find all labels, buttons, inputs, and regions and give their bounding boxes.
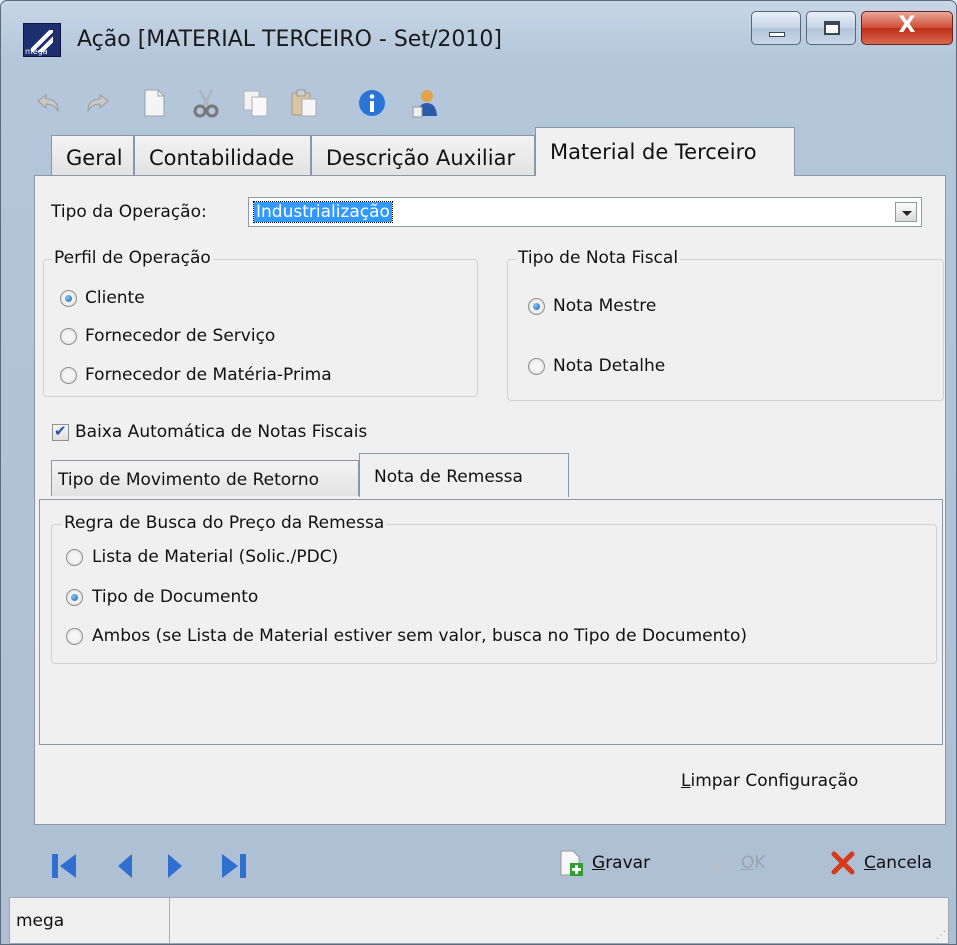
tab-label: Nota de Remessa — [374, 467, 523, 487]
button-label: ancela — [875, 853, 933, 873]
chevron-down-icon[interactable] — [895, 202, 917, 222]
tipo-operacao-select[interactable]: Industrialização — [248, 197, 922, 227]
tipo-operacao-label: Tipo da Operação: — [51, 202, 207, 222]
tab-descricao-auxiliar[interactable]: Descrição Auxiliar — [311, 135, 535, 175]
cancel-x-icon — [831, 851, 855, 875]
radio-fornecedor-servico[interactable] — [60, 328, 77, 345]
tab-label: Contabilidade — [149, 146, 295, 170]
tab-material-de-terceiro[interactable]: Material de Terceiro — [535, 127, 795, 176]
save-document-icon — [560, 850, 583, 876]
mnemonic: C — [864, 853, 876, 873]
baixa-automatica-label: Baixa Automática de Notas Fiscais — [75, 422, 368, 442]
perfil-operacao-legend: Perfil de Operação — [52, 248, 213, 268]
radio-tipo-documento[interactable] — [66, 589, 83, 606]
app-logo-text: mega — [25, 47, 48, 56]
tab-label: Material de Terceiro — [550, 140, 757, 164]
app-logo-icon: mega — [23, 23, 61, 57]
status-user: mega — [16, 911, 65, 931]
radio-nota-detalhe[interactable] — [528, 358, 545, 375]
regra-busca-legend: Regra de Busca do Preço da Remessa — [62, 513, 387, 533]
status-user-cell: mega — [10, 898, 170, 943]
limpar-configuracao-link[interactable]: Limpar Configuração — [681, 771, 858, 791]
mnemonic: G — [592, 853, 606, 873]
radio-fornecedor-servico-label: Fornecedor de Serviço — [85, 326, 276, 346]
tab-tipo-movimento-retorno[interactable]: Tipo de Movimento de Retorno — [51, 460, 359, 496]
tab-label: Descrição Auxiliar — [326, 146, 516, 170]
next-record-icon[interactable] — [164, 852, 186, 880]
window-title: Ação [MATERIAL TERCEIRO - Set/2010] — [77, 27, 502, 52]
tipo-nota-fiscal-legend: Tipo de Nota Fiscal — [516, 248, 681, 268]
user-icon[interactable] — [410, 87, 442, 119]
toolbar — [18, 81, 938, 125]
tipo-nota-fiscal-group: Tipo de Nota Fiscal — [507, 248, 944, 401]
button-label: K — [754, 853, 766, 873]
radio-ambos-label: Ambos (se Lista de Material estiver sem … — [92, 626, 748, 646]
radio-cliente-label: Cliente — [85, 288, 145, 308]
last-record-icon[interactable] — [219, 852, 249, 880]
radio-lista-material[interactable] — [66, 549, 83, 566]
status-bar: mega ⋰ — [9, 897, 949, 944]
undo-icon[interactable] — [32, 87, 64, 119]
previous-record-icon[interactable] — [114, 852, 136, 880]
new-document-icon[interactable] — [138, 87, 170, 119]
minimize-icon — [769, 32, 785, 37]
radio-fornecedor-materia-prima-label: Fornecedor de Matéria-Prima — [85, 365, 332, 385]
tab-contabilidade[interactable]: Contabilidade — [134, 135, 311, 175]
link-label: impar Configuração — [690, 771, 859, 791]
redo-icon[interactable] — [82, 87, 114, 119]
tab-label: Geral — [66, 146, 123, 170]
radio-ambos[interactable] — [66, 628, 83, 645]
title-bar[interactable]: mega Ação [MATERIAL TERCEIRO - Set/2010]… — [1, 1, 956, 75]
dialog-window: mega Ação [MATERIAL TERCEIRO - Set/2010]… — [0, 0, 957, 945]
tipo-operacao-value: Industrialização — [253, 201, 393, 223]
tab-label: Tipo de Movimento de Retorno — [58, 470, 320, 490]
mnemonic: O — [741, 853, 755, 873]
baixa-automatica-checkbox[interactable] — [52, 422, 69, 441]
copy-icon[interactable] — [240, 87, 272, 119]
close-icon: X — [898, 13, 916, 38]
cancela-button[interactable]: Cancela — [829, 849, 954, 879]
radio-nota-detalhe-label: Nota Detalhe — [553, 356, 666, 376]
info-icon[interactable] — [356, 87, 388, 119]
close-button[interactable]: X — [861, 11, 953, 45]
first-record-icon[interactable] — [49, 852, 79, 880]
paste-icon[interactable] — [288, 87, 320, 119]
radio-nota-mestre-label: Nota Mestre — [553, 296, 657, 316]
bottom-bar: Gravar OK Cancela — [1, 827, 956, 895]
maximize-icon — [824, 21, 840, 35]
radio-fornecedor-materia-prima[interactable] — [60, 367, 77, 384]
radio-lista-material-label: Lista de Material (Solic./PDC) — [92, 547, 339, 567]
radio-cliente[interactable] — [60, 290, 77, 307]
maximize-button[interactable] — [806, 11, 856, 45]
radio-tipo-documento-label: Tipo de Documento — [92, 587, 259, 607]
radio-nota-mestre[interactable] — [528, 298, 545, 315]
tab-geral[interactable]: Geral — [51, 135, 134, 175]
button-label: ravar — [605, 853, 651, 873]
tab-nota-de-remessa[interactable]: Nota de Remessa — [359, 453, 569, 497]
checkmark-icon — [707, 853, 733, 875]
minimize-button[interactable] — [751, 11, 801, 45]
cut-icon[interactable] — [190, 87, 222, 119]
resize-grip-icon[interactable]: ⋰ — [936, 930, 946, 941]
gravar-button[interactable]: Gravar — [557, 849, 667, 879]
ok-button[interactable]: OK — [706, 849, 786, 879]
